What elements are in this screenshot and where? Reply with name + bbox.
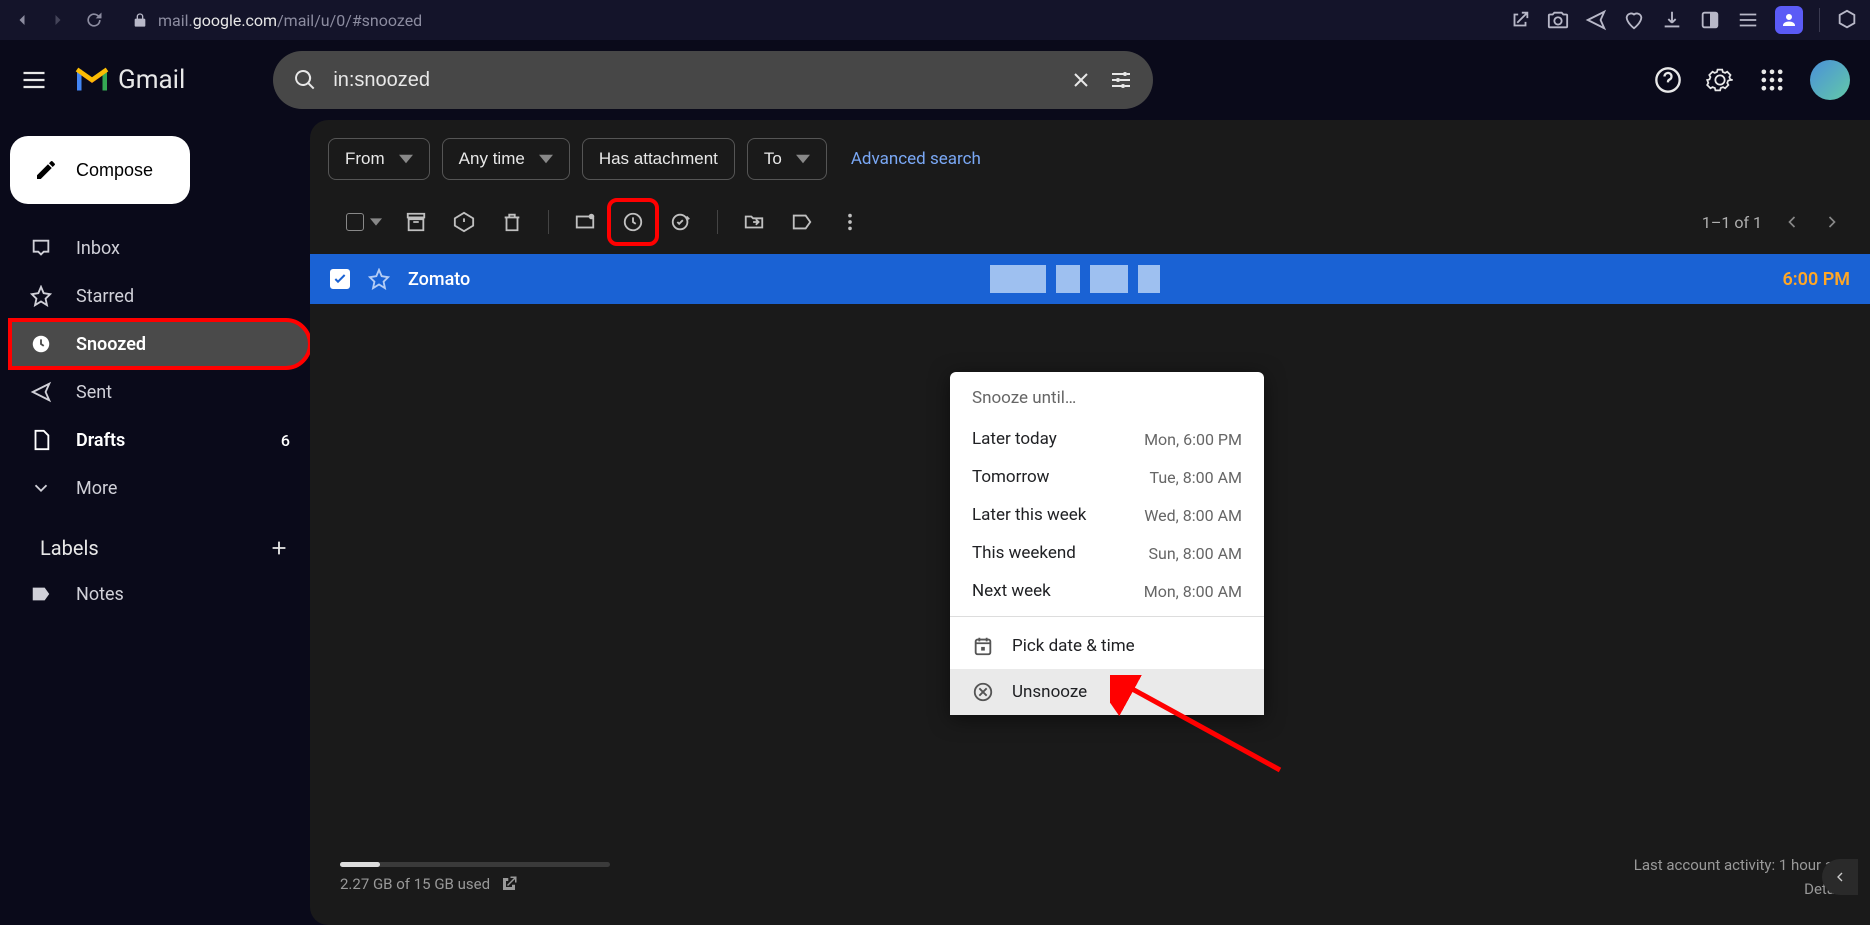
gmail-title: Gmail: [118, 65, 185, 95]
select-all[interactable]: [328, 213, 390, 231]
gmail-logo[interactable]: Gmail: [74, 62, 185, 98]
prev-page-icon[interactable]: [1782, 212, 1802, 232]
sidebar-label-notes[interactable]: Notes: [10, 570, 310, 618]
filter-attachment[interactable]: Has attachment: [582, 138, 735, 180]
chevron-down-icon: [370, 216, 382, 228]
sidebar: Compose Inbox Starred Snoozed Sent Draft…: [0, 120, 310, 925]
address-bar[interactable]: mail.google.com/mail/u/0/#snoozed: [112, 11, 1501, 30]
mail-toolbar: 1–1 of 1: [310, 190, 1870, 254]
move-to-button[interactable]: [732, 202, 776, 242]
star-icon: [30, 285, 52, 307]
sidebar-item-snoozed[interactable]: Snoozed: [10, 320, 310, 368]
row-sender: Zomato: [408, 269, 628, 290]
gmail-header: Gmail: [0, 40, 1870, 120]
main-panel: From Any time Has attachment To Advanced…: [310, 120, 1870, 925]
spam-button[interactable]: [442, 202, 486, 242]
details-link[interactable]: Details: [1634, 877, 1850, 901]
mark-unread-button[interactable]: [563, 202, 607, 242]
reader-icon[interactable]: [1699, 9, 1721, 31]
row-checkbox[interactable]: [330, 269, 350, 289]
more-button[interactable]: [828, 202, 872, 242]
chevron-down-icon: [539, 152, 553, 166]
apps-icon[interactable]: [1758, 66, 1786, 94]
labels-button[interactable]: [780, 202, 824, 242]
snooze-button[interactable]: [611, 202, 655, 242]
settings-icon[interactable]: [1706, 66, 1734, 94]
delete-button[interactable]: [490, 202, 534, 242]
search-options-icon[interactable]: [1109, 68, 1133, 92]
sidebar-item-starred[interactable]: Starred: [10, 272, 310, 320]
browser-profile-button[interactable]: [1775, 6, 1803, 34]
filter-to[interactable]: To: [747, 138, 827, 180]
compose-label: Compose: [76, 160, 153, 181]
snooze-unsnooze[interactable]: Unsnooze: [950, 669, 1264, 715]
external-link-icon[interactable]: [1509, 9, 1531, 31]
row-subject-redacted: [990, 265, 1160, 293]
chevron-down-icon: [30, 477, 52, 499]
snooze-menu-title: Snooze until…: [950, 372, 1264, 420]
footer: 2.27 GB of 15 GB used am Policies Last a…: [310, 837, 1870, 925]
snooze-menu: Snooze until… Later todayMon, 6:00 PM To…: [950, 372, 1264, 715]
cancel-icon: [972, 681, 994, 703]
inbox-icon: [30, 237, 52, 259]
sidebar-item-more[interactable]: More: [10, 464, 310, 512]
download-icon[interactable]: [1661, 9, 1683, 31]
chevron-down-icon: [796, 152, 810, 166]
heart-icon[interactable]: [1623, 9, 1645, 31]
next-page-icon[interactable]: [1822, 212, 1842, 232]
mail-row[interactable]: Zomato 6:00 PM: [310, 254, 1870, 304]
sidebar-item-drafts[interactable]: Drafts 6: [10, 416, 310, 464]
chevron-down-icon: [399, 152, 413, 166]
filter-row: From Any time Has attachment To Advanced…: [310, 120, 1870, 190]
account-avatar[interactable]: [1810, 60, 1850, 100]
camera-icon[interactable]: [1547, 9, 1569, 31]
side-panel-toggle[interactable]: [1822, 859, 1858, 895]
archive-button[interactable]: [394, 202, 438, 242]
help-icon[interactable]: [1654, 66, 1682, 94]
clock-icon: [30, 333, 52, 355]
forward-icon[interactable]: [48, 10, 68, 30]
send-icon: [30, 381, 52, 403]
clear-search-icon[interactable]: [1069, 68, 1093, 92]
activity-info: Last account activity: 1 hour ago Detail…: [1634, 853, 1850, 901]
sidebar-item-sent[interactable]: Sent: [10, 368, 310, 416]
search-bar[interactable]: [273, 51, 1153, 109]
filter-from[interactable]: From: [328, 138, 430, 180]
reload-icon[interactable]: [84, 10, 104, 30]
pencil-icon: [34, 158, 58, 182]
snooze-pick-date[interactable]: Pick date & time: [950, 623, 1264, 669]
url-text: mail.google.com/mail/u/0/#snoozed: [158, 11, 422, 30]
pagination: 1–1 of 1: [1702, 212, 1852, 232]
snooze-option-tomorrow[interactable]: TomorrowTue, 8:00 AM: [950, 458, 1264, 496]
row-time: 6:00 PM: [1782, 269, 1850, 290]
list-icon[interactable]: [1737, 9, 1759, 31]
lock-icon: [132, 12, 148, 28]
row-star-icon[interactable]: [368, 268, 390, 290]
browser-chrome: mail.google.com/mail/u/0/#snoozed: [0, 0, 1870, 40]
label-icon: [30, 583, 52, 605]
search-icon[interactable]: [293, 68, 317, 92]
snooze-option-next-week[interactable]: Next weekMon, 8:00 AM: [950, 572, 1264, 610]
add-task-button[interactable]: [659, 202, 703, 242]
storage-bar: [340, 862, 610, 867]
pagination-range: 1–1 of 1: [1702, 213, 1762, 232]
send-icon[interactable]: [1585, 9, 1607, 31]
sidebar-item-inbox[interactable]: Inbox: [10, 224, 310, 272]
advanced-search-link[interactable]: Advanced search: [851, 149, 981, 169]
labels-header: Labels: [10, 512, 310, 570]
menu-icon[interactable]: [20, 66, 48, 94]
compose-button[interactable]: Compose: [10, 136, 190, 204]
draft-icon: [30, 429, 52, 451]
snooze-option-later-week[interactable]: Later this weekWed, 8:00 AM: [950, 496, 1264, 534]
filter-anytime[interactable]: Any time: [442, 138, 570, 180]
add-label-icon[interactable]: [268, 537, 290, 559]
calendar-icon: [972, 635, 994, 657]
back-icon[interactable]: [12, 10, 32, 30]
snooze-option-weekend[interactable]: This weekendSun, 8:00 AM: [950, 534, 1264, 572]
snooze-option-later-today[interactable]: Later todayMon, 6:00 PM: [950, 420, 1264, 458]
extensions-icon[interactable]: [1836, 9, 1858, 31]
storage-text: 2.27 GB of 15 GB used: [340, 875, 490, 893]
open-icon[interactable]: [500, 875, 518, 893]
search-input[interactable]: [333, 69, 1053, 92]
